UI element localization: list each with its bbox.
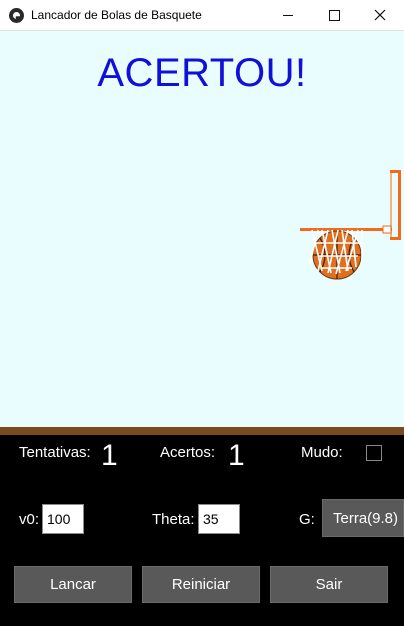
tentativas-label: Tentativas: [19,444,91,461]
v0-input[interactable]: 100 [42,504,84,534]
tentativas-value: 1 [101,439,118,472]
lancar-button[interactable]: Lancar [14,566,132,603]
close-button[interactable] [357,0,403,30]
close-icon [374,9,386,21]
mudo-label: Mudo: [301,444,343,461]
reiniciar-button[interactable]: Reiniciar [142,566,260,603]
floor [0,427,404,435]
v0-label: v0: [19,511,40,528]
hoop-scene [300,170,401,280]
title-bar: Lancador de Bolas de Basquete [0,0,404,31]
mudo-checkbox[interactable] [366,445,382,461]
hoop-rim [300,225,392,234]
maximize-icon [328,9,340,21]
maximize-button[interactable] [311,0,357,30]
sair-button[interactable]: Sair [270,566,388,603]
theta-input[interactable]: 35 [198,504,240,534]
game-canvas[interactable]: ACERTOU! [0,31,404,427]
acertos-label: Acertos: [160,444,216,461]
minimize-button[interactable] [265,0,311,30]
control-panel: Tentativas: 1 Acertos: 1 Mudo: v0: 100 T… [0,435,404,626]
acertos-value: 1 [228,439,245,472]
app-icon [9,8,24,23]
gravity-select[interactable]: Terra(9.8) [322,499,404,537]
window-title: Lancador de Bolas de Basquete [31,8,202,22]
g-label: G: [299,511,315,528]
theta-label: Theta: [152,511,195,528]
minimize-icon [283,14,293,16]
